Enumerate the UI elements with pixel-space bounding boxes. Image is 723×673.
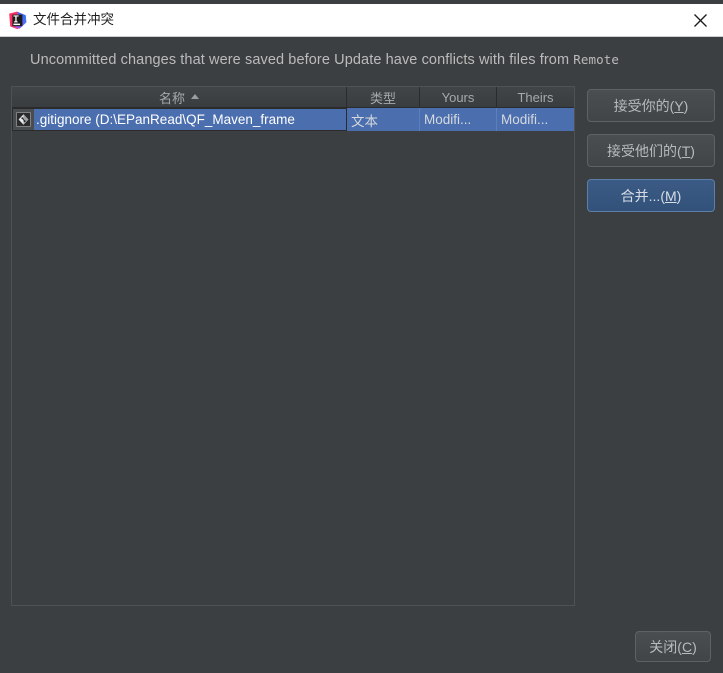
close-mnemonic: C — [681, 638, 693, 655]
table-header-row: 名称 类型 Yours Theirs — [12, 87, 574, 108]
column-header-type-label: 类型 — [369, 90, 396, 106]
cell-type[interactable]: 文本 — [347, 108, 420, 131]
accept-yours-mnemonic: Y — [674, 97, 684, 114]
accept-yours-prefix: 接受你的( — [613, 97, 675, 114]
close-prefix: 关闭( — [649, 638, 682, 655]
conflict-message: Uncommitted changes that were saved befo… — [30, 52, 619, 68]
accept-yours-suffix: ) — [683, 97, 689, 114]
merge-button[interactable]: 合并...(M) — [587, 179, 715, 212]
accept-theirs-mnemonic: T — [681, 142, 691, 159]
table-row[interactable]: .gitignore (D:\EPanRead\QF_Maven_frame 文… — [12, 108, 574, 131]
close-icon[interactable] — [677, 4, 723, 36]
merge-suffix: ) — [676, 187, 682, 204]
merge-mnemonic: M — [665, 187, 677, 204]
cell-name[interactable]: .gitignore (D:\EPanRead\QF_Maven_frame — [12, 108, 347, 131]
column-header-theirs-label: Theirs — [517, 89, 554, 105]
intellij-idea-logo-icon — [8, 11, 27, 30]
sort-ascending-icon — [191, 93, 199, 99]
column-header-theirs[interactable]: Theirs — [497, 87, 574, 107]
column-header-yours-label: Yours — [441, 89, 475, 105]
accept-theirs-prefix: 接受他们的( — [607, 142, 682, 159]
merge-prefix: 合并...( — [620, 187, 665, 204]
git-file-icon — [13, 109, 34, 130]
accept-theirs-button[interactable]: 接受他们的(T) — [587, 134, 715, 167]
column-header-type[interactable]: 类型 — [347, 87, 420, 107]
column-header-name-label: 名称 — [158, 90, 185, 106]
cell-name-label: .gitignore (D:\EPanRead\QF_Maven_frame — [36, 112, 295, 127]
accept-theirs-suffix: ) — [690, 142, 695, 159]
title-bar: 文件合并冲突 — [0, 4, 723, 37]
accept-yours-button[interactable]: 接受你的(Y) — [587, 89, 715, 122]
window-title: 文件合并冲突 — [33, 12, 114, 27]
close-button[interactable]: 关闭(C) — [635, 631, 711, 662]
conflict-message-text: Uncommitted changes that were saved befo… — [30, 52, 574, 68]
merge-conflict-dialog: 文件合并冲突 Uncommitted changes that were sav… — [0, 0, 723, 673]
cell-yours[interactable]: Modifi... — [420, 108, 497, 131]
column-header-yours[interactable]: Yours — [420, 87, 497, 107]
column-header-name[interactable]: 名称 — [12, 87, 347, 107]
close-suffix: ) — [692, 638, 697, 655]
conflict-message-source: Remote — [573, 52, 620, 67]
conflicts-table[interactable]: 名称 类型 Yours Theirs .gitignore (D:\EPanRe… — [11, 86, 575, 606]
cell-theirs[interactable]: Modifi... — [497, 108, 574, 131]
